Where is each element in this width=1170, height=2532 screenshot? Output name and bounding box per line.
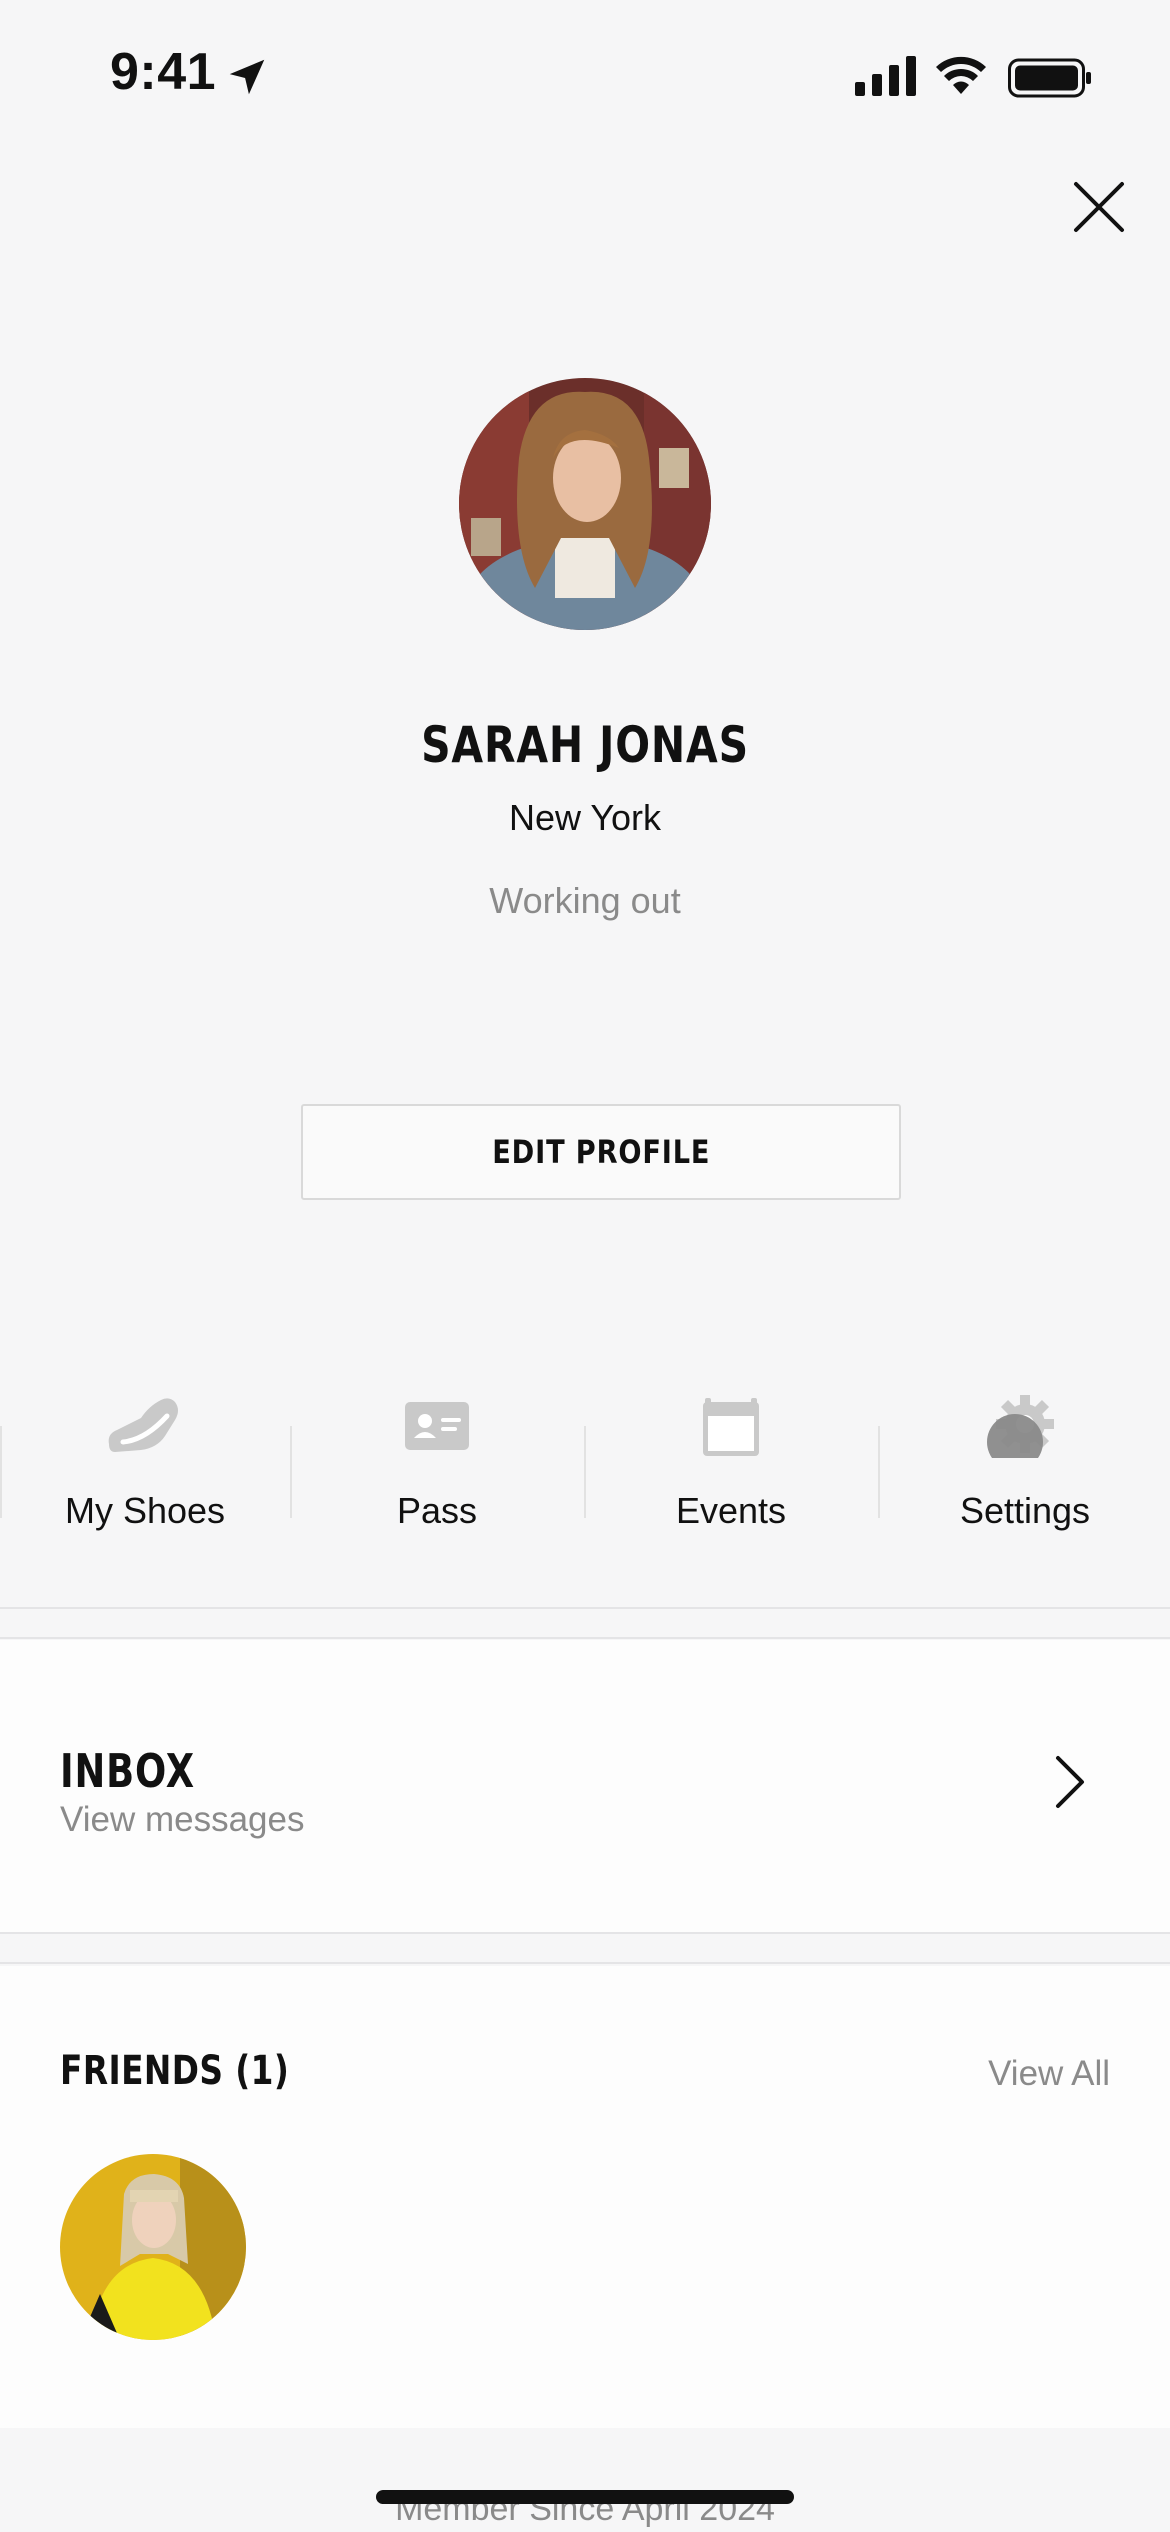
profile-avatar[interactable] [459, 378, 711, 630]
inbox-subtitle: View messages [60, 1800, 305, 1839]
status-time: 9:41 [110, 43, 217, 101]
battery-icon [1008, 58, 1091, 98]
profile-status: Working out [489, 880, 681, 921]
wifi-icon [936, 56, 986, 94]
chevron-right-icon [1056, 1756, 1084, 1808]
edit-profile-button[interactable]: EDIT PROFILE [301, 1104, 901, 1200]
profile-name: SARAH JONAS [421, 716, 749, 774]
home-indicator[interactable] [376, 2490, 794, 2504]
profile-photo [459, 378, 711, 630]
calendar-icon [703, 1398, 759, 1456]
shoe-icon [108, 1398, 178, 1452]
section-divider [0, 1932, 1170, 1934]
quick-action-label: Pass [396, 1490, 478, 1531]
profile-city: New York [508, 797, 662, 838]
section-divider [0, 1607, 1170, 1609]
friend-avatar[interactable] [60, 2154, 246, 2340]
friends-section: FRIENDS (1) View All [0, 1966, 1170, 2428]
id-card-icon [405, 1402, 469, 1450]
quick-action-label: My Shoes [64, 1490, 226, 1531]
profile-screen: 9:41 SARAH JONAS New York Working out ED… [0, 0, 1170, 2532]
close-icon[interactable] [1070, 178, 1128, 236]
cellular-signal-icon [855, 56, 916, 96]
quick-action-pass[interactable]: Pass [292, 1380, 582, 1540]
quick-action-my-shoes[interactable]: My Shoes [0, 1380, 290, 1540]
quick-action-label: Settings [959, 1490, 1091, 1531]
quick-action-label: Events [675, 1490, 787, 1531]
friend-photo [60, 2154, 246, 2340]
view-all-friends-link[interactable]: View All [988, 2054, 1110, 2094]
inbox-title: INBOX [60, 1744, 195, 1798]
section-divider [0, 1637, 1170, 1639]
section-divider [0, 1962, 1170, 1964]
status-bar: 9:41 [0, 0, 1170, 150]
edit-profile-label: EDIT PROFILE [491, 1133, 711, 1171]
quick-action-settings[interactable]: Settings [880, 1380, 1170, 1540]
quick-action-events[interactable]: Events [586, 1380, 876, 1540]
location-arrow-icon [229, 59, 265, 95]
quick-actions-row: My Shoes Pass Events Settings [0, 1380, 1170, 1540]
gear-icon [987, 1395, 1054, 1458]
friends-title: FRIENDS (1) [60, 2048, 290, 2094]
inbox-row[interactable]: INBOX View messages [0, 1640, 1170, 1932]
